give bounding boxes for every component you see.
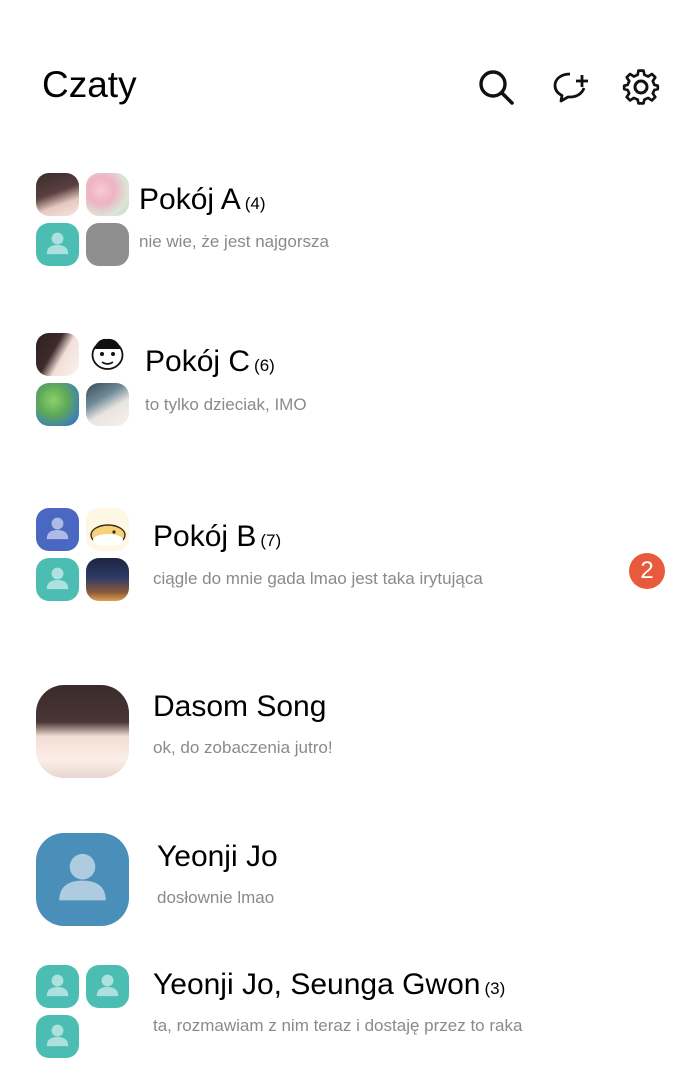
chat-preview: ta, rozmawiam z nim teraz i dostaję prze… xyxy=(153,1016,523,1035)
chat-row-pokoj-b[interactable]: Pokój B (7) ciągle do mnie gada lmao jest… xyxy=(0,505,700,605)
chat-name: Dasom Song xyxy=(153,690,327,723)
new-chat-button[interactable] xyxy=(550,66,592,108)
avatar-default xyxy=(36,1015,79,1058)
chat-preview: nie wie, że jest najgorsza xyxy=(139,232,329,251)
unread-badge: 2 xyxy=(629,553,665,589)
header: Czaty xyxy=(0,0,700,140)
chat-row-yeonji-seunga[interactable]: Yeonji Jo, Seunga Gwon (3) ta, rozmawiam … xyxy=(0,960,700,1060)
chat-row-yeonji-jo[interactable]: Yeonji Jo dosłownie lmao xyxy=(0,830,700,930)
chat-row-dasom-song[interactable]: Dasom Song ok, do zobaczenia jutro! xyxy=(0,680,700,785)
chat-preview: dosłownie lmao xyxy=(157,888,275,907)
person-icon xyxy=(86,965,129,1008)
avatar-photo xyxy=(86,383,129,426)
search-icon xyxy=(479,70,514,105)
person-icon xyxy=(36,833,129,926)
avatar-default xyxy=(36,558,79,601)
settings-gear-icon xyxy=(622,69,660,105)
chat-name: Yeonji Jo, Seunga Gwon (3) xyxy=(153,968,506,1001)
person-icon xyxy=(36,558,79,601)
avatar-default xyxy=(36,965,79,1008)
avatar-photo xyxy=(36,333,79,376)
chat-name: Yeonji Jo xyxy=(157,840,278,873)
group-avatar xyxy=(36,333,130,427)
avatar-photo xyxy=(36,685,129,778)
avatar-default xyxy=(36,508,79,551)
avatar-drawing xyxy=(86,333,129,376)
group-avatar xyxy=(36,965,130,1059)
avatar-drawing xyxy=(86,508,129,551)
chat-row-pokoj-c[interactable]: Pokój C (6) to tylko dzieciak, IMO xyxy=(0,330,700,430)
group-avatar xyxy=(36,173,130,267)
chat-preview: ok, do zobaczenia jutro! xyxy=(153,738,333,757)
search-button[interactable] xyxy=(475,66,517,108)
page-title: Czaty xyxy=(42,64,137,105)
group-avatar xyxy=(36,508,130,602)
avatar-photo xyxy=(36,173,79,216)
person-icon xyxy=(36,223,79,266)
settings-button[interactable] xyxy=(620,66,662,108)
person-icon xyxy=(36,1015,79,1058)
chat-name: Pokój C (6) xyxy=(145,345,275,378)
chat-preview: ciągle do mnie gada lmao jest taka irytu… xyxy=(153,569,483,588)
chat-preview: to tylko dzieciak, IMO xyxy=(145,395,307,414)
chat-name: Pokój B (7) xyxy=(153,520,282,553)
new-chat-icon xyxy=(553,72,588,103)
chat-row-pokoj-a[interactable]: Pokój A (4) nie wie, że jest najgorsza xyxy=(0,170,700,270)
avatar-default xyxy=(36,833,129,926)
person-icon xyxy=(36,508,79,551)
avatar-gray xyxy=(86,223,129,266)
avatar-photo xyxy=(86,173,129,216)
avatar-default xyxy=(36,223,79,266)
person-icon xyxy=(36,965,79,1008)
chat-name: Pokój A (4) xyxy=(139,183,266,216)
avatar-default xyxy=(86,965,129,1008)
avatar-photo xyxy=(36,383,79,426)
avatar-photo xyxy=(86,558,129,601)
